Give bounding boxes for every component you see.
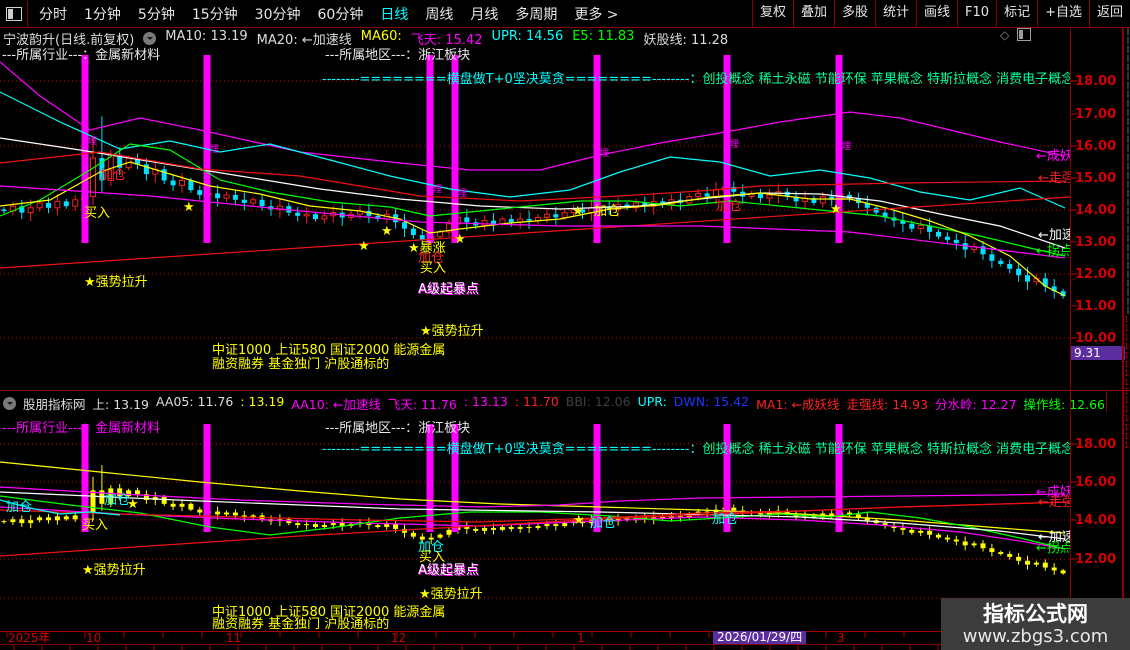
period-tab-分时[interactable]: 分时 [39,4,67,24]
price-axis-label: 12.00 [1075,267,1117,282]
toolbar-buttons: 复权 叠加 多股 统计 画线 F10 标记 +自选 返回 [751,0,1130,27]
last-price-badge: 9.31 [1071,346,1125,360]
price-axis-label: 15.00 [1075,171,1117,186]
period-tab-多周期[interactable]: 多周期 [515,4,557,24]
period-tab-15分钟[interactable]: 15分钟 [192,4,238,24]
pane-window-icon[interactable] [1017,28,1032,41]
period-tab-1分钟[interactable]: 1分钟 [84,4,121,24]
price-axis-label: 11.00 [1075,299,1117,314]
selected-date-badge: 2026/01/29/四 [713,631,807,644]
watermark-title: 指标公式网 [983,601,1088,626]
period-tab-月线[interactable]: 月线 [470,4,498,24]
period-tab-60分钟[interactable]: 60分钟 [318,4,364,24]
price-axis-label: 16.00 [1075,475,1117,490]
price-axis-label: 10.00 [1075,331,1117,346]
period-tab-更多 >[interactable]: 更多 > [574,4,618,24]
stock-app-window: 分时 1分钟 5分钟 15分钟 30分钟 60分钟 日线 周线 月线 多周期 更多 > 复权 叠加 多股… [0,0,1130,650]
site-watermark: 指标公式网 www.zbgs3.com [941,598,1130,650]
price-axis-label: 17.00 [1075,107,1117,122]
toolbar-button-F10[interactable]: F10 [957,0,998,27]
main-chart-pane[interactable] [0,55,1070,339]
diamond-icon[interactable]: ◇ [1000,28,1009,42]
subpane-border [1106,390,1107,412]
clipped-side-panel: 丨丨丨丨丨丨丨丨丨丨丨丨丨丨丨丨丨丨丨丨丨丨丨丨丨丨丨丨丨丨丨丨 1111111… [1123,27,1130,598]
panel-divider [0,390,1130,391]
price-axis-label: 14.00 [1075,203,1117,218]
price-axis-label: 12.00 [1075,552,1117,567]
period-tab-日线[interactable]: 日线 [380,4,408,24]
side-panel-top-glyphs: 丨丨丨丨丨丨丨丨丨丨丨丨丨丨丨丨丨丨丨丨丨丨丨丨丨丨丨丨丨丨丨丨 [1124,27,1130,315]
toolbar-button-叠加[interactable]: 叠加 [792,0,835,27]
toolbar-button-+自选[interactable]: +自选 [1037,0,1090,27]
period-tab-30分钟[interactable]: 30分钟 [255,4,301,24]
price-axis-label: 18.00 [1075,437,1117,452]
top-toolbar: 分时 1分钟 5分钟 15分钟 30分钟 60分钟 日线 周线 月线 多周期 更多 > 复权 叠加 多股… [0,0,1130,28]
price-axis-label: 16.00 [1075,139,1117,154]
price-axis-label: 14.00 [1075,513,1117,528]
side-panel-bottom-glyphs: 111111111111111 [1124,315,1130,450]
period-tab-5分钟[interactable]: 5分钟 [138,4,175,24]
sub-chart-pane[interactable] [0,424,1070,599]
watermark-url: www.zbgs3.com [962,625,1109,647]
toolbar-button-多股[interactable]: 多股 [833,0,876,27]
toolbar-button-复权[interactable]: 复权 [751,0,794,27]
price-axis-label: 18.00 [1075,74,1117,89]
axis-border [1070,27,1071,631]
chart-canvas[interactable] [0,0,1130,650]
toolbar-button-返回[interactable]: 返回 [1088,0,1130,27]
layout-split-icon[interactable] [0,0,28,27]
price-axis-label: 13.00 [1075,235,1117,250]
period-tabs: 分时 1分钟 5分钟 15分钟 30分钟 60分钟 日线 周线 月线 多周期 更多 > [28,4,619,24]
toolbar-button-画线[interactable]: 画线 [916,0,959,27]
toolbar-button-标记[interactable]: 标记 [996,0,1039,27]
period-tab-周线[interactable]: 周线 [425,4,453,24]
toolbar-button-统计[interactable]: 统计 [875,0,918,27]
